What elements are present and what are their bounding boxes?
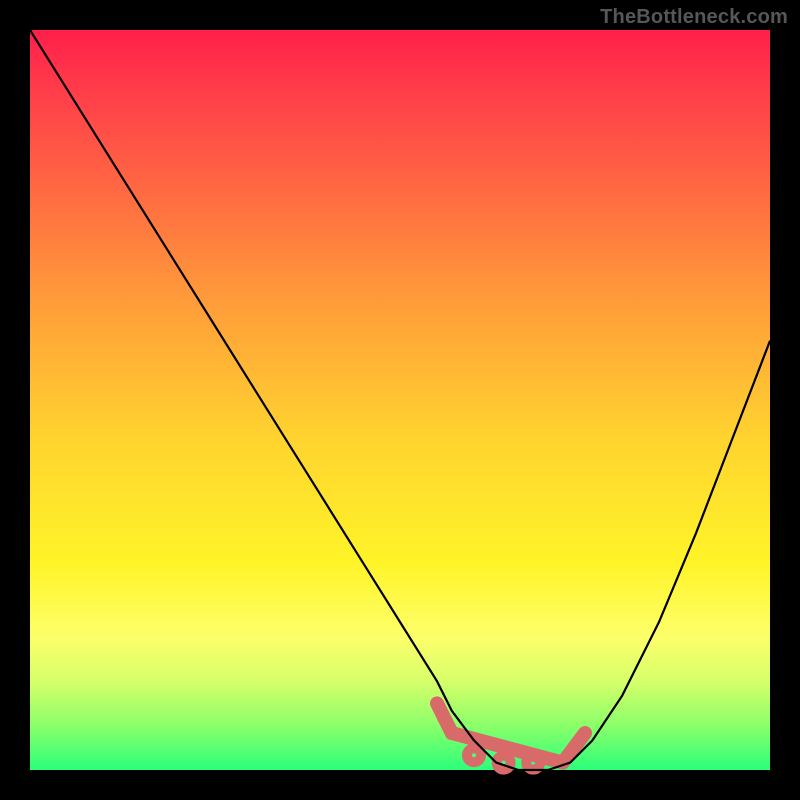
bottom-dot-3 (528, 758, 538, 768)
chart-stage: TheBottleneck.com (0, 0, 800, 800)
bottom-dot-1 (469, 750, 479, 760)
bottleneck-curve (30, 30, 770, 770)
watermark-text: TheBottleneck.com (600, 6, 788, 29)
marker-layer (437, 703, 585, 767)
chart-svg (30, 30, 770, 770)
